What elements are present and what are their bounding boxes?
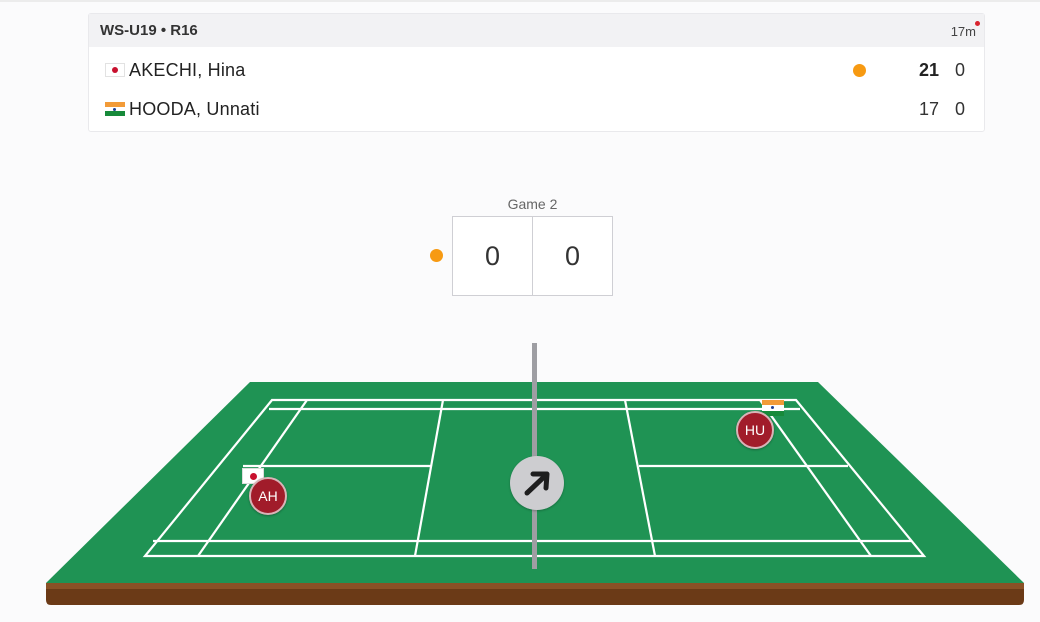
player-token-hu: HU xyxy=(736,411,774,449)
badminton-court xyxy=(46,343,1024,605)
court-base-highlight xyxy=(46,583,1024,589)
shuttle-direction-indicator xyxy=(510,456,564,510)
player-token-ah: AH xyxy=(249,477,287,515)
arrow-up-right-icon xyxy=(524,471,550,496)
